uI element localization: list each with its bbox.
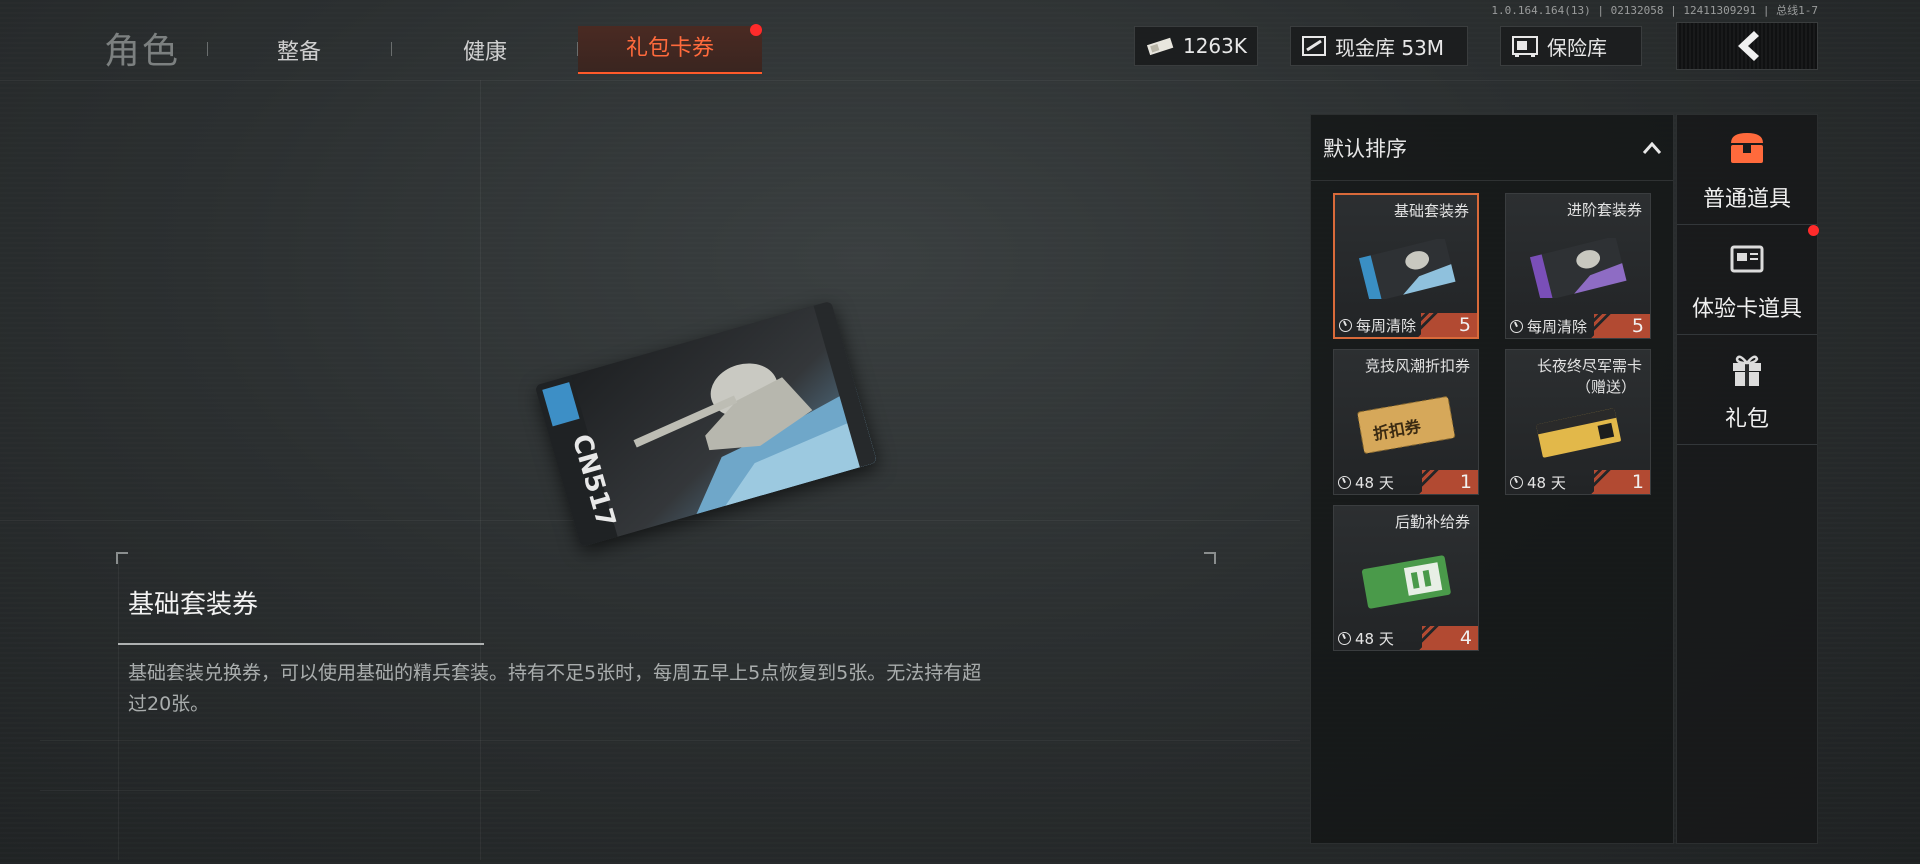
grid-line <box>0 80 1920 81</box>
item-name: 长夜终尽军需卡 <box>1536 357 1642 375</box>
safe-button[interactable]: 保险库 <box>1500 26 1642 66</box>
kit-card-thumbnail <box>1358 239 1456 299</box>
cash-icon <box>1302 36 1326 56</box>
item-count: 5 <box>1590 314 1650 338</box>
item-military-supply-card[interactable]: 长夜终尽军需卡 （赠送） 48 天 1 <box>1505 349 1651 495</box>
item-title: 基础套装券 <box>128 590 259 620</box>
item-expiry: 每周清除 <box>1527 317 1588 336</box>
chest-icon <box>1731 133 1763 163</box>
top-nav: 角色 整备 健康 礼包卡券 1.0.164.164(13) | 02132058… <box>0 0 1920 80</box>
item-expiry: 48 天 <box>1527 473 1566 492</box>
grid-line <box>118 560 119 860</box>
item-footer: 每周清除 5 <box>1506 314 1650 338</box>
category-label: 礼包 <box>1724 407 1769 432</box>
item-expiry: 48 天 <box>1355 629 1394 648</box>
category-gift-packs[interactable]: 礼包 <box>1677 335 1817 445</box>
clock-icon <box>1338 475 1351 489</box>
safe-icon <box>1512 36 1538 57</box>
item-count: 1 <box>1590 470 1650 494</box>
safe-label: 保险库 <box>1547 35 1607 60</box>
tab-role[interactable]: 角色 <box>104 22 180 74</box>
frame-corner <box>116 552 128 564</box>
sort-label: 默认排序 <box>1323 136 1407 161</box>
category-trial-cards[interactable]: 体验卡道具 <box>1677 225 1817 335</box>
chevron-left-icon <box>1738 31 1759 61</box>
nav-divider <box>207 42 208 56</box>
kit-card-thumbnail <box>1529 238 1627 298</box>
item-logistics-voucher[interactable]: 后勤补给券 48 天 4 <box>1333 505 1479 651</box>
tab-gift-coupons[interactable]: 礼包卡券 <box>578 26 762 74</box>
back-button[interactable] <box>1676 22 1818 70</box>
item-expiry: 48 天 <box>1355 473 1394 492</box>
category-label: 体验卡道具 <box>1691 297 1802 322</box>
clock-icon <box>1510 319 1523 333</box>
tab-health[interactable]: 健康 <box>463 34 507 66</box>
item-name: 基础套装券 <box>1393 202 1469 220</box>
item-footer: 48 天 1 <box>1334 470 1478 494</box>
item-footer: 48 天 4 <box>1334 626 1478 650</box>
notification-dot <box>1808 225 1819 236</box>
item-subtitle: （赠送） <box>1575 378 1636 396</box>
item-name: 进阶套装券 <box>1566 201 1642 219</box>
item-footer: 每周清除 5 <box>1335 313 1477 337</box>
sort-dropdown[interactable]: 默认排序 <box>1311 115 1673 181</box>
inventory-panel: 默认排序 基础套装券 每周清除 5 进阶套装券 每周清除 5 竞技风潮折扣券 折… <box>1310 114 1674 844</box>
nav-divider <box>391 42 392 56</box>
clock-icon <box>1338 631 1351 645</box>
logistics-ticket-thumbnail <box>1361 555 1451 609</box>
item-discount-voucher[interactable]: 竞技风潮折扣券 折扣券 48 天 1 <box>1333 349 1479 495</box>
category-sidebar: 普通道具 体验卡道具 礼包 <box>1676 114 1819 844</box>
item-advanced-kit-voucher[interactable]: 进阶套装券 每周清除 5 <box>1505 193 1651 339</box>
banknote-icon <box>1146 37 1174 56</box>
currency-amount: 1263K <box>1182 34 1247 58</box>
version-info: 1.0.164.164(13) | 02132058 | 12411309291… <box>1491 4 1818 17</box>
ticket-thumbnail: 折扣券 <box>1357 396 1456 454</box>
item-count: 4 <box>1418 626 1478 650</box>
item-name: 后勤补给券 <box>1394 513 1470 531</box>
grid-line <box>40 790 540 791</box>
item-count: 5 <box>1417 313 1477 337</box>
title-underline <box>118 643 484 645</box>
cash-vault-label: 现金库 53M <box>1335 35 1445 60</box>
category-normal-items[interactable]: 普通道具 <box>1677 115 1817 225</box>
chevron-up-icon <box>1643 141 1661 154</box>
selected-item-card: CN517 <box>534 300 878 548</box>
grid-line <box>40 740 1300 741</box>
tab-equipment[interactable]: 整备 <box>277 34 321 66</box>
gift-icon <box>1733 355 1761 386</box>
frame-corner <box>1204 552 1216 564</box>
clock-icon <box>1510 475 1523 489</box>
category-label: 普通道具 <box>1702 187 1791 212</box>
soldier-card-art: CN517 <box>534 300 878 548</box>
supply-card-thumbnail <box>1535 407 1621 458</box>
notification-dot <box>750 24 762 36</box>
item-count: 1 <box>1418 470 1478 494</box>
clock-icon <box>1339 318 1352 332</box>
item-footer: 48 天 1 <box>1506 470 1650 494</box>
item-basic-kit-voucher[interactable]: 基础套装券 每周清除 5 <box>1333 193 1479 339</box>
item-expiry: 每周清除 <box>1356 316 1417 335</box>
item-name: 竞技风潮折扣券 <box>1364 357 1470 375</box>
grid-line <box>480 80 481 860</box>
currency-display[interactable]: 1263K <box>1134 26 1258 66</box>
card-icon <box>1730 245 1764 273</box>
cash-vault-button[interactable]: 现金库 53M <box>1290 26 1468 66</box>
item-description: 基础套装兑换券，可以使用基础的精兵套装。持有不足5张时，每周五早上5点恢复到5张… <box>128 662 982 715</box>
